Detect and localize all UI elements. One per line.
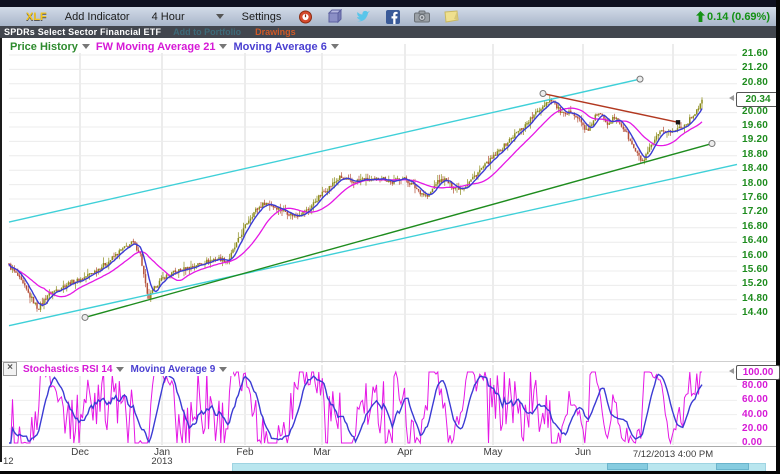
indicator-pane-legend: × Stochastics RSI 14 Moving Average 9 [3, 362, 233, 376]
legend-label: Moving Average 6 [233, 41, 326, 53]
indicator-axis-label: 40.00 [742, 409, 768, 420]
price-axis-label: 15.20 [742, 278, 768, 289]
legend-item-moving-average-6[interactable]: Moving Average 6 [233, 41, 338, 53]
cube-icon[interactable] [326, 9, 343, 25]
price-axis-label: 16.00 [742, 250, 768, 261]
toolbar-icon-row [297, 9, 459, 25]
symbol-info-bar: SPDRs Select Sector Financial ETF Add to… [0, 26, 776, 38]
drawings-link[interactable]: Drawings [255, 27, 296, 37]
main-toolbar: XLF Add Indicator 4 Hour Settings 0.14 (… [0, 7, 776, 27]
trendline-handle[interactable] [82, 314, 88, 320]
legend-label: Price History [10, 41, 78, 53]
price-axis-label: 15.60 [742, 264, 768, 275]
price-axis-label: 16.80 [742, 221, 768, 232]
axis-year-label: 2013 [151, 456, 172, 467]
axis-timestamp: 7/12/2013 4:00 PM [633, 449, 713, 460]
camera-icon[interactable] [413, 9, 430, 25]
change-text: 0.14 (0.69%) [707, 11, 770, 23]
chevron-down-icon [331, 44, 339, 49]
price-axis-label: 16.40 [742, 235, 768, 246]
axis-divider [0, 446, 776, 447]
price-axis-label: 18.00 [742, 178, 768, 189]
axis-month-label: Jun [575, 447, 591, 458]
support-line[interactable] [85, 144, 712, 318]
legend-item-stochastics-rsi-14[interactable]: Stochastics RSI 14 [23, 364, 124, 375]
price-axis-label: 21.20 [742, 62, 768, 73]
axis-month-label: Apr [397, 447, 413, 458]
settings-button[interactable]: Settings [242, 11, 282, 23]
chevron-down-icon [219, 367, 227, 372]
add-indicator-button[interactable]: Add Indicator [65, 11, 130, 23]
price-chart-canvas[interactable] [0, 38, 776, 363]
indicator-axis-label: 80.00 [742, 380, 768, 391]
indicator-axis-arrow-icon [729, 368, 734, 374]
alarm-clock-icon[interactable] [297, 9, 314, 25]
chevron-down-icon [116, 367, 124, 372]
price-axis-label: 18.80 [742, 149, 768, 160]
legend-item-fw-moving-average-21[interactable]: FW Moving Average 21 [96, 41, 228, 53]
price-axis-label: 14.80 [742, 293, 768, 304]
price-axis-label: 19.20 [742, 134, 768, 145]
trendline-handle[interactable] [540, 91, 546, 97]
price-axis-label: 18.40 [742, 163, 768, 174]
axis-month-label: Feb [236, 447, 253, 458]
legend-item-price-history[interactable]: Price History [10, 41, 90, 53]
axis-month-label: Dec [71, 447, 89, 458]
indicator-axis-label: 20.00 [742, 423, 768, 434]
price-axis-label: 14.40 [742, 307, 768, 318]
add-to-portfolio-link[interactable]: Add to Portfolio [173, 27, 241, 37]
price-axis-label: 21.60 [742, 48, 768, 59]
trendline-handle[interactable] [676, 120, 680, 124]
scrollbar-thumb[interactable] [607, 463, 648, 470]
trendline-handle[interactable] [637, 76, 643, 82]
indicator-axis-label: 60.00 [742, 394, 768, 405]
window-right-border [776, 0, 780, 474]
indicator-axis-box: 100.00 [736, 365, 780, 380]
timeframe-value: 4 Hour [152, 11, 185, 23]
twitter-icon[interactable] [355, 9, 372, 25]
price-pane-legend: Price History FW Moving Average 21 Moving … [10, 40, 345, 53]
window-top-strip [0, 0, 780, 7]
pane-divider [0, 361, 776, 362]
chart-left-border [0, 38, 2, 462]
up-arrow-icon [696, 11, 705, 22]
chevron-down-icon [216, 14, 224, 19]
indicator-axis-label: 0.00 [742, 437, 762, 448]
facebook-icon[interactable] [384, 9, 401, 25]
axis-year-left: 12 [3, 456, 14, 467]
channel-upper[interactable] [9, 79, 640, 222]
chevron-down-icon [219, 44, 227, 49]
legend-label: Moving Average 9 [130, 364, 215, 375]
sticky-note-icon[interactable] [442, 9, 459, 25]
channel-lower[interactable] [9, 164, 737, 325]
last-price-arrow-icon [729, 95, 734, 101]
scrollbar-thumb[interactable] [716, 463, 749, 470]
price-axis-label: 20.00 [742, 106, 768, 117]
axis-month-label: Mar [313, 447, 330, 458]
symbol-ticker-label[interactable]: XLF [26, 11, 47, 23]
trendline-handle[interactable] [709, 141, 715, 147]
price-axis-label: 17.60 [742, 192, 768, 203]
symbol-full-name: SPDRs Select Sector Financial ETF [4, 27, 161, 37]
chevron-down-icon [82, 44, 90, 49]
legend-label: Stochastics RSI 14 [23, 364, 112, 375]
legend-item-moving-average-9[interactable]: Moving Average 9 [130, 364, 227, 375]
timeframe-dropdown[interactable]: 4 Hour [152, 11, 224, 23]
axis-month-label: May [484, 447, 503, 458]
price-axis-label: 19.60 [742, 120, 768, 131]
legend-label: FW Moving Average 21 [96, 41, 216, 53]
chart-application-window: XLF Add Indicator 4 Hour Settings 0.14 (… [0, 0, 780, 474]
price-axis-label: 20.80 [742, 77, 768, 88]
price-axis-label: 17.20 [742, 206, 768, 217]
price-change-readout: 0.14 (0.69%) [696, 11, 770, 23]
close-indicator-button[interactable]: × [3, 362, 17, 376]
